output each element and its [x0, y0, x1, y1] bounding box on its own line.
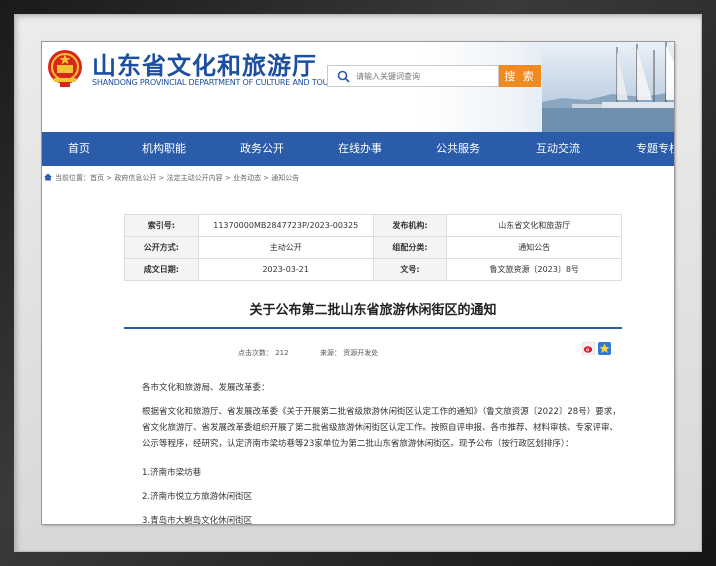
- category-value: 通知公告: [446, 236, 622, 259]
- national-emblem-icon: [48, 50, 82, 87]
- nav-item-functions[interactable]: 机构职能: [142, 132, 186, 166]
- doc-number-label: 文号:: [372, 258, 448, 281]
- main-nav: 首页 机构职能 政务公开 在线办事 公共服务 互动交流 专题专栏: [42, 132, 674, 166]
- list-item: 1.济南市梁坊巷: [142, 468, 202, 478]
- table-row: 成文日期: 2023-03-21 文号: 鲁文旅资源〔2023〕8号: [124, 258, 622, 281]
- mode-label: 公开方式:: [124, 236, 199, 259]
- table-row: 索引号: 11370000MB2847723P/2023-00325 发布机构:…: [124, 214, 622, 237]
- search-icon: [337, 70, 350, 83]
- list-item: 2.济南市悦立方旅游休闲街区: [142, 492, 253, 502]
- site-subtitle: SHANDONG PROVINCIAL DEPARTMENT OF CULTUR…: [92, 78, 348, 87]
- nav-item-interaction[interactable]: 互动交流: [536, 132, 580, 166]
- date-value: 2023-03-21: [197, 258, 374, 281]
- nav-item-home[interactable]: 首页: [68, 132, 90, 166]
- index-value: 11370000MB2847723P/2023-00325: [197, 214, 374, 237]
- article-source: 来源： 资源开发处: [320, 349, 379, 357]
- breadcrumb-path[interactable]: 当前位置：首页 > 政府信息公开 > 法定主动公开内容 > 业务动态 > 通知公…: [55, 173, 299, 183]
- search-input[interactable]: [356, 68, 496, 84]
- publisher-label: 发布机构:: [372, 214, 448, 237]
- nav-item-gov-affairs[interactable]: 政务公开: [240, 132, 284, 166]
- browser-page: 山东省文化和旅游厅 SHANDONG PROVINCIAL DEPARTMENT…: [42, 42, 674, 524]
- weibo-share-icon[interactable]: [582, 342, 595, 355]
- publisher-value: 山东省文化和旅游厅: [446, 214, 622, 237]
- search-box: [327, 65, 499, 87]
- category-label: 组配分类:: [372, 236, 448, 259]
- search-button[interactable]: 搜 索: [499, 65, 541, 87]
- harbor-banner-image: [542, 42, 674, 132]
- doc-number-value: 鲁文旅资源〔2023〕8号: [446, 258, 622, 281]
- click-count: 点击次数： 212: [238, 349, 289, 357]
- table-row: 公开方式: 主动公开 组配分类: 通知公告: [124, 236, 622, 259]
- home-icon: [44, 173, 52, 181]
- article-salutation: 各市文化和旅游局、发展改革委：: [142, 383, 270, 393]
- nav-item-special-topics[interactable]: 专题专栏: [636, 132, 674, 166]
- site-title: 山东省文化和旅游厅: [92, 52, 317, 80]
- index-label: 索引号:: [124, 214, 199, 237]
- site-header: 山东省文化和旅游厅 SHANDONG PROVINCIAL DEPARTMENT…: [42, 42, 674, 132]
- favorite-star-icon[interactable]: [598, 342, 611, 355]
- article-body: 根据省文化和旅游厅、省发展改革委《关于开展第二批省级旅游休闲街区认定工作的通知》…: [142, 407, 621, 449]
- title-divider: [124, 327, 622, 329]
- nav-item-public-services[interactable]: 公共服务: [436, 132, 480, 166]
- mode-value: 主动公开: [197, 236, 374, 259]
- document-meta-table: 索引号: 11370000MB2847723P/2023-00325 发布机构:…: [124, 214, 622, 281]
- date-label: 成文日期:: [124, 258, 199, 281]
- breadcrumb: 当前位置：首页 > 政府信息公开 > 法定主动公开内容 > 业务动态 > 通知公…: [42, 170, 674, 186]
- article-title: 关于公布第二批山东省旅游休闲街区的通知: [249, 303, 497, 318]
- list-item: 3.青岛市大鲍岛文化休闲街区: [142, 516, 253, 524]
- nav-item-online-services[interactable]: 在线办事: [338, 132, 382, 166]
